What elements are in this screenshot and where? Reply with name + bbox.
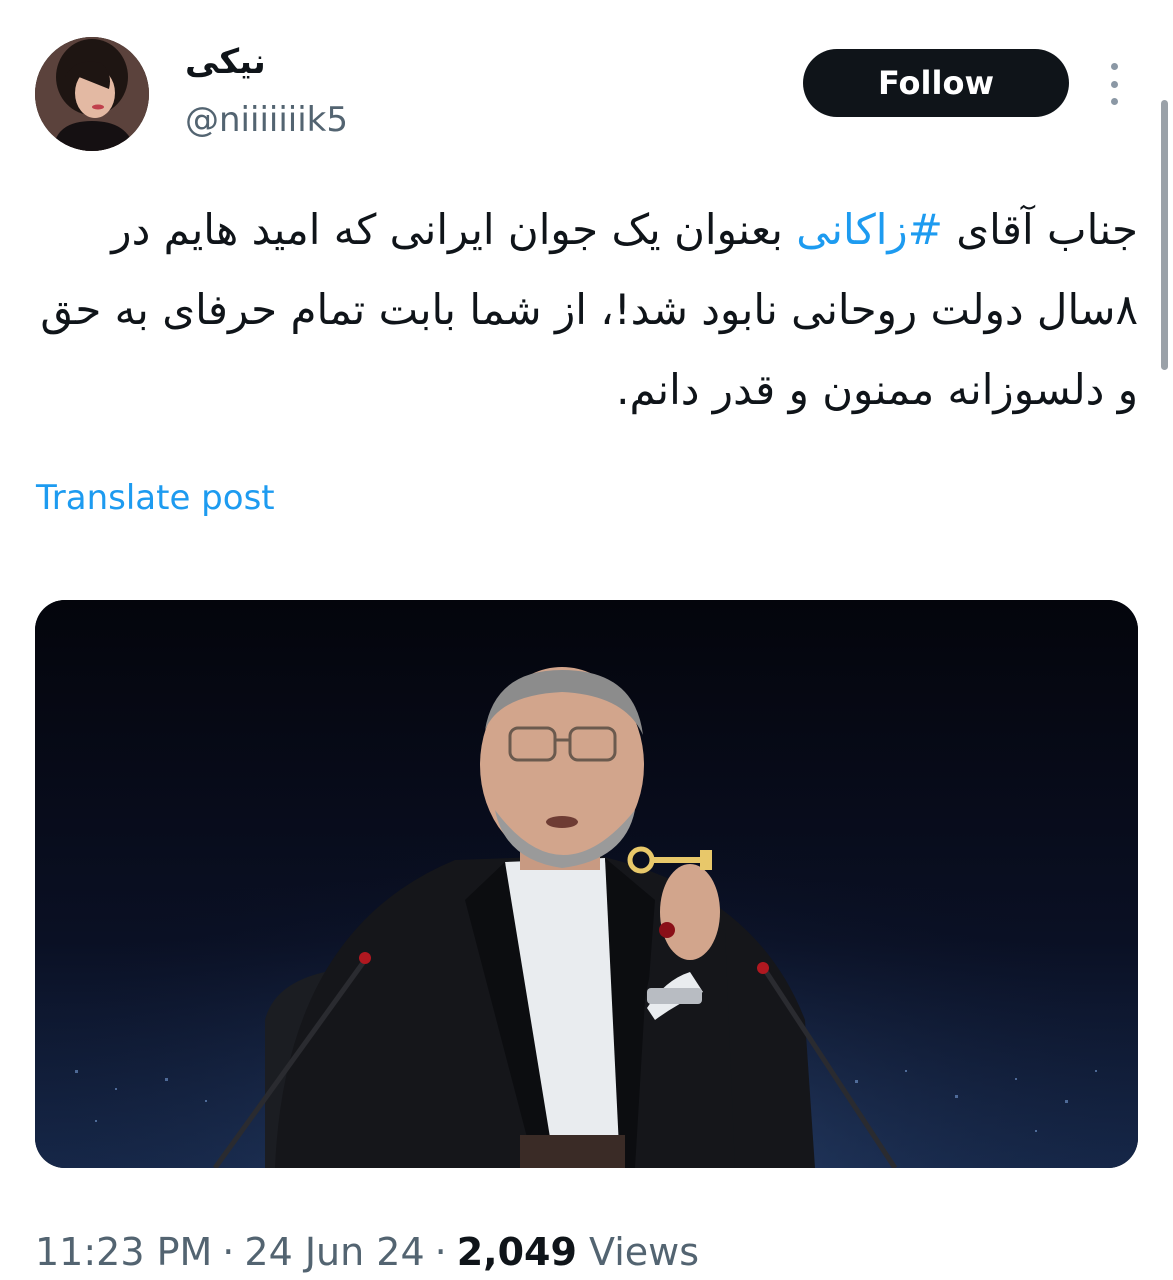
media-photo bbox=[35, 600, 1138, 1168]
tweet-text: جناب آقای #زاکانی بعنوان یک جوان ایرانی … bbox=[40, 190, 1138, 430]
meta-separator: · bbox=[222, 1230, 235, 1274]
scrollbar-thumb[interactable] bbox=[1161, 100, 1168, 370]
more-vertical-icon[interactable] bbox=[1102, 63, 1126, 105]
more-dot bbox=[1110, 98, 1118, 105]
more-dot bbox=[1110, 80, 1118, 88]
user-handle[interactable]: @niiiiiiik5 bbox=[185, 98, 348, 142]
translate-post-link[interactable]: Translate post bbox=[36, 476, 275, 520]
more-dot bbox=[1110, 63, 1118, 70]
tweet-media-image[interactable] bbox=[35, 600, 1138, 1168]
avatar-photo-icon bbox=[35, 37, 149, 151]
follow-button[interactable]: Follow bbox=[803, 49, 1069, 117]
tweet-meta: 11:23 PM · 24 Jun 24 · 2,049 Views bbox=[35, 1228, 699, 1276]
views-label: Views bbox=[589, 1230, 700, 1274]
tweet-date[interactable]: 24 Jun 24 bbox=[244, 1230, 424, 1274]
tweet-text-start: جناب آقای bbox=[942, 205, 1138, 254]
meta-separator: · bbox=[434, 1230, 447, 1274]
views-count: 2,049 bbox=[456, 1230, 577, 1274]
tweet-time[interactable]: 11:23 PM bbox=[35, 1230, 212, 1274]
display-name[interactable]: نیکی bbox=[185, 40, 266, 84]
hashtag-link[interactable]: #زاکانی bbox=[796, 205, 943, 254]
user-avatar[interactable] bbox=[35, 37, 149, 151]
